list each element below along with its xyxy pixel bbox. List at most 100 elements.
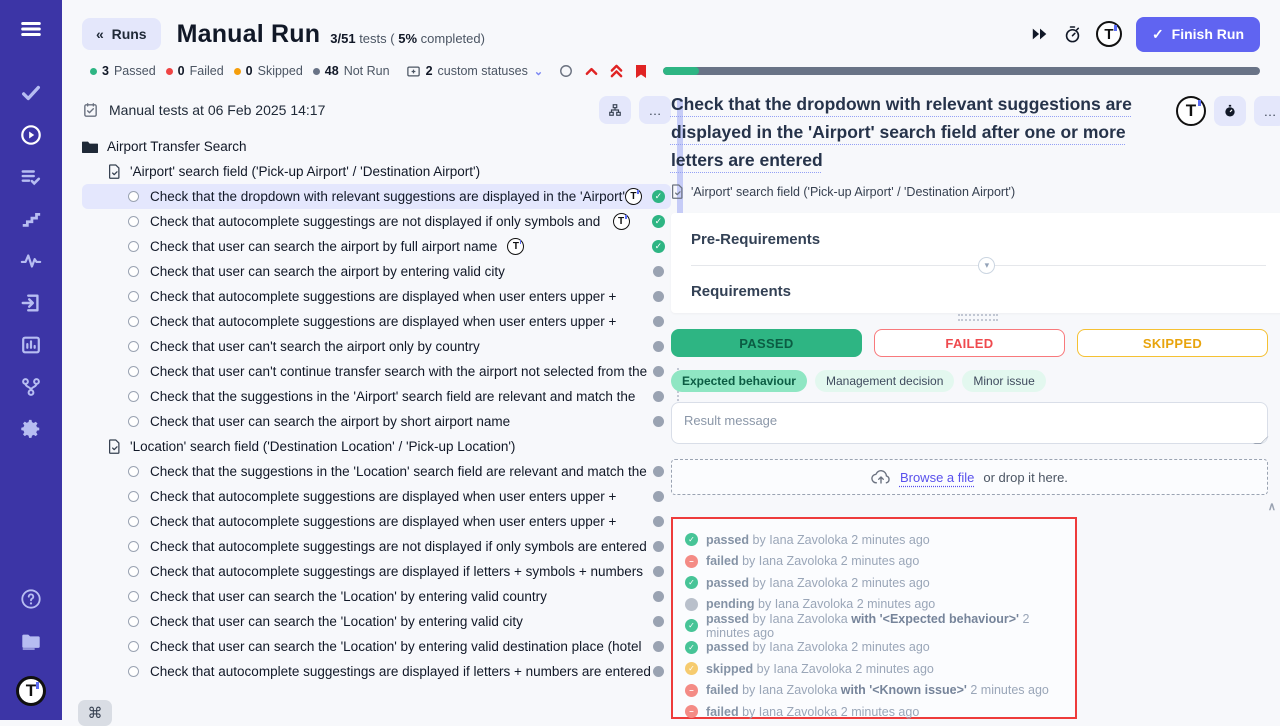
passed-status-button[interactable]: PASSED <box>671 329 862 357</box>
history-collapse-icon[interactable]: ∧ <box>671 501 1280 515</box>
status-stat[interactable]: 3Passed <box>90 64 156 78</box>
test-radio-icon[interactable] <box>128 216 139 227</box>
suite-row[interactable]: 'Airport' search field ('Pick-up Airport… <box>82 159 671 184</box>
test-radio-icon[interactable] <box>128 291 139 302</box>
test-radio-icon[interactable] <box>128 641 139 652</box>
test-row[interactable]: Check that autocomplete suggestings are … <box>82 559 671 584</box>
suite-row[interactable]: 'Location' search field ('Destination Lo… <box>82 434 671 459</box>
app-sidebar: T <box>0 0 62 720</box>
automated-test-icon: T <box>613 213 630 230</box>
test-radio-icon[interactable] <box>128 316 139 327</box>
test-radio-icon[interactable] <box>128 566 139 577</box>
projects-folder-icon[interactable] <box>0 620 62 662</box>
history-status-icon <box>685 598 698 611</box>
test-row[interactable]: Check that autocomplete suggestions are … <box>82 484 671 509</box>
test-row[interactable]: Check that user can search the 'Location… <box>82 609 671 634</box>
test-breadcrumb[interactable]: 'Airport' search field ('Pick-up Airport… <box>671 184 1280 199</box>
test-status-icon <box>653 516 664 527</box>
result-tag[interactable]: Expected behaviour <box>671 370 807 392</box>
status-stat[interactable]: 48Not Run <box>313 64 390 78</box>
analytics-icon[interactable] <box>0 324 62 366</box>
priority-double-up-icon[interactable] <box>610 64 623 78</box>
browse-file-link[interactable]: Browse a file <box>900 470 974 485</box>
test-row[interactable]: Check that the suggestions in the 'Locat… <box>82 459 671 484</box>
runs-play-icon[interactable] <box>0 114 62 156</box>
test-row[interactable]: Check that autocomplete suggestions are … <box>82 509 671 534</box>
menu-icon[interactable] <box>0 8 62 50</box>
tree-more-button[interactable]: … <box>639 96 671 124</box>
import-icon[interactable] <box>0 282 62 324</box>
automated-test-icon: T <box>507 238 524 255</box>
test-radio-icon[interactable] <box>128 616 139 627</box>
run-progress-bar[interactable] <box>663 67 1260 75</box>
test-plans-icon[interactable] <box>0 156 62 198</box>
test-title[interactable]: Check that the dropdown with relevant su… <box>671 90 1176 174</box>
test-radio-icon[interactable] <box>128 416 139 427</box>
test-radio-icon[interactable] <box>128 491 139 502</box>
test-row[interactable]: Check that user can search the airport b… <box>82 234 671 259</box>
test-more-button[interactable]: … <box>1254 96 1280 126</box>
file-drop-area[interactable]: Browse a file or drop it here. <box>671 459 1268 495</box>
failed-status-button[interactable]: FAILED <box>874 329 1065 357</box>
test-row[interactable]: Check that user can search the airport b… <box>82 409 671 434</box>
test-radio-icon[interactable] <box>128 591 139 602</box>
result-message-wrap <box>671 402 1268 449</box>
tests-check-icon[interactable] <box>0 72 62 114</box>
test-row[interactable]: Check that user can't continue transfer … <box>82 359 671 384</box>
folder-row[interactable]: Airport Transfer Search <box>82 134 671 159</box>
test-radio-icon[interactable] <box>128 191 139 202</box>
section-collapse-icon[interactable]: ▾ <box>978 257 995 274</box>
test-radio-icon[interactable] <box>128 666 139 677</box>
test-timer-button[interactable] <box>1214 96 1246 126</box>
testomat-logo[interactable]: T <box>16 676 46 706</box>
timer-icon[interactable] <box>1063 25 1082 44</box>
test-radio-icon[interactable] <box>128 391 139 402</box>
test-row[interactable]: Check that the suggestions in the 'Airpo… <box>82 384 671 409</box>
card-resize-handle[interactable] <box>958 314 998 321</box>
history-item: failed by Iana Zavoloka 2 minutes ago <box>685 551 1063 573</box>
test-label: Check that autocomplete suggestings are … <box>150 564 643 579</box>
test-radio-icon[interactable] <box>128 266 139 277</box>
status-dot-icon <box>166 68 173 75</box>
settings-gear-icon[interactable] <box>0 408 62 450</box>
test-row[interactable]: Check that autocomplete suggestings are … <box>82 534 671 559</box>
branch-icon[interactable] <box>0 366 62 408</box>
test-label: Check that autocomplete suggestings are … <box>150 539 647 554</box>
test-row[interactable]: Check that user can search the 'Location… <box>82 584 671 609</box>
test-label: Check that autocomplete suggestions are … <box>150 489 616 504</box>
test-row[interactable]: Check that autocomplete suggestions are … <box>82 284 671 309</box>
bookmark-icon[interactable] <box>635 64 647 79</box>
pulse-icon[interactable] <box>0 240 62 282</box>
test-radio-icon[interactable] <box>128 341 139 352</box>
custom-statuses-toggle[interactable]: 2 custom statuses ⌄ <box>406 64 544 79</box>
test-row[interactable]: Check that autocomplete suggestions are … <box>82 309 671 334</box>
finish-run-button[interactable]: ✓ Finish Run <box>1136 17 1260 52</box>
test-radio-icon[interactable] <box>128 541 139 552</box>
test-description-card: Pre-Requirements ▾ Requirements <box>671 213 1280 313</box>
back-to-runs-button[interactable]: « Runs <box>82 18 161 50</box>
fast-forward-icon[interactable] <box>1031 27 1049 41</box>
result-tag[interactable]: Minor issue <box>962 370 1045 392</box>
test-radio-icon[interactable] <box>128 466 139 477</box>
test-radio-icon[interactable] <box>128 516 139 527</box>
test-row[interactable]: Check that the dropdown with relevant su… <box>82 184 671 209</box>
status-stat[interactable]: 0Skipped <box>234 64 303 78</box>
test-row[interactable]: Check that user can search the airport b… <box>82 259 671 284</box>
tree-view-toggle-button[interactable] <box>599 96 631 124</box>
steps-icon[interactable] <box>0 198 62 240</box>
result-tag[interactable]: Management decision <box>815 370 954 392</box>
test-row[interactable]: Check that autocomplete suggestings are … <box>82 659 671 684</box>
command-key-badge[interactable]: ⌘ <box>78 700 112 726</box>
help-icon[interactable] <box>0 578 62 620</box>
circle-filter-icon[interactable] <box>559 64 573 78</box>
test-row[interactable]: Check that user can't search the airport… <box>82 334 671 359</box>
test-row[interactable]: Check that user can search the 'Location… <box>82 634 671 659</box>
result-message-input[interactable] <box>671 402 1268 444</box>
status-stat[interactable]: 0Failed <box>166 64 224 78</box>
custom-status-icon <box>406 64 421 79</box>
test-radio-icon[interactable] <box>128 366 139 377</box>
skipped-status-button[interactable]: SKIPPED <box>1077 329 1268 357</box>
priority-up-icon[interactable] <box>585 66 598 76</box>
test-radio-icon[interactable] <box>128 241 139 252</box>
test-row[interactable]: Check that autocomplete suggestings are … <box>82 209 671 234</box>
